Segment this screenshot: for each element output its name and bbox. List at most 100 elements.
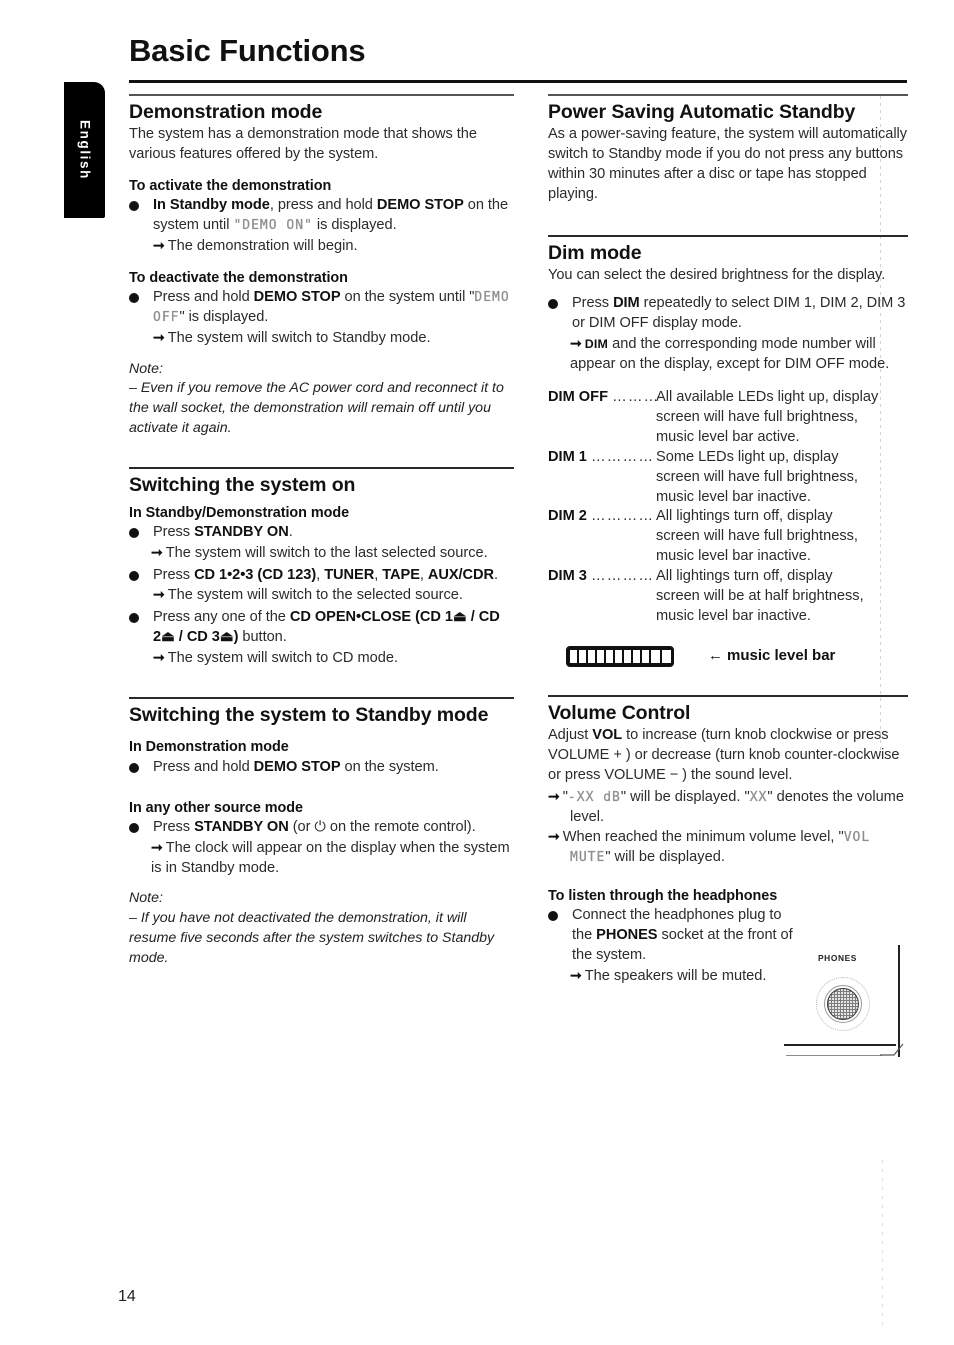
bullet-icon (548, 911, 558, 922)
section-divider (129, 467, 514, 470)
arrow-icon: ➞ (570, 334, 582, 351)
level-segment (588, 649, 595, 663)
standby-clock-result: ➞ The clock will appear on the display wh… (151, 838, 510, 876)
dim-description-line: screen will have full brightness, (656, 409, 858, 426)
heading-power-saving: Power Saving Automatic Standby (548, 100, 856, 123)
right-column: Power Saving Automatic Standby As a powe… (548, 94, 908, 1058)
level-segment (615, 649, 622, 663)
demonstration-intro: The system has a demonstration mode that… (129, 126, 477, 163)
subheading-any-other-source-mode: In any other source mode (129, 799, 303, 816)
press-source-instruction: Press CD 1•2•3 (CD 123), TUNER, TAPE, AU… (153, 566, 499, 583)
dim-description-line: screen will have full brightness, (656, 468, 858, 485)
heading-switching-on: Switching the system on (129, 474, 356, 497)
demo-stop-instruction: Press and hold DEMO STOP on the system. (153, 758, 439, 775)
list-item: Press DIM repeatedly to select DIM 1, DI… (548, 294, 908, 374)
dim-term: DIM OFF ……… (548, 389, 656, 406)
lcd-text-xx: XX (749, 789, 768, 805)
power-saving-body: As a power-saving feature, the system wi… (548, 126, 907, 202)
deactivate-instruction: Press and hold DEMO STOP on the system u… (153, 288, 510, 325)
dim-description-line: music level bar active. (656, 429, 800, 446)
panel-edge-secondary (786, 1055, 882, 1057)
bullet-icon (129, 822, 139, 833)
dim-description-line: music level bar inactive. (656, 548, 811, 565)
note-demonstration: Note: – Even if you remove the AC power … (129, 360, 514, 440)
dim-entry: DIM 3 ………… All lightings turn off, displ… (548, 567, 908, 627)
arrow-icon: ➞ (153, 236, 165, 253)
heading-demonstration-mode: Demonstration mode (129, 100, 323, 123)
bullet-icon (548, 299, 558, 310)
section-volume-control: Volume Control Adjust VOL to increase (t… (548, 694, 908, 1058)
bullet-icon (129, 762, 139, 773)
section-demonstration-mode: Demonstration mode The system has a demo… (129, 94, 514, 439)
arrow-icon: ➞ (548, 787, 560, 804)
arrow-icon: ➞ (151, 838, 163, 855)
list-item: Connect the headphones plug to the PHONE… (548, 906, 800, 986)
document-page: English Basic Functions Demonstration mo… (0, 0, 954, 1345)
subheading-activate-demonstration: To activate the demonstration (129, 177, 332, 194)
level-segment (633, 649, 640, 663)
language-tab-label: English (77, 120, 92, 180)
bullet-icon (129, 292, 139, 303)
dim-term: DIM 1 ………… (548, 448, 655, 465)
list-item: Press STANDBY ON. ➞ The system will switc… (129, 523, 514, 564)
note-label: Note: (129, 360, 163, 377)
press-standby-on-instruction: Press STANDBY ON. (153, 523, 293, 540)
bullet-icon (129, 527, 139, 538)
subheading-in-demonstration-mode: In Demonstration mode (129, 739, 289, 756)
press-source-result: ➞ The system will switch to the selected … (153, 586, 463, 604)
section-switching-standby: Switching the system to Standby mode In … (129, 696, 514, 969)
press-dim-result: ➞ DIM and the corresponding mode number w… (570, 334, 890, 372)
volume-control-body: Adjust VOL to increase (turn knob clockw… (548, 727, 900, 783)
section-divider (548, 94, 908, 96)
dim-description-line: All available LEDs light up, display (656, 389, 879, 406)
heading-dim-mode: Dim mode (548, 241, 642, 264)
note-text: – If you have not deactivated the demons… (129, 910, 495, 966)
dim-entry: DIM OFF ……… All available LEDs light up,… (548, 388, 908, 448)
lcd-text-demo-on: "DEMO ON" (233, 218, 313, 234)
lcd-text-volume-db: -XX dB (567, 789, 621, 805)
scan-artifact-line-lower (882, 1160, 883, 1330)
deactivate-result: ➞ The system will switch to Standby mode. (153, 328, 431, 346)
level-segment (642, 649, 649, 663)
page-title: Basic Functions (129, 33, 366, 68)
press-standby-on-result: ➞ The system will switch to the last sele… (151, 543, 488, 561)
note-label: Note: (129, 890, 163, 907)
section-dim-mode: Dim mode You can select the desired brig… (548, 234, 908, 677)
press-cd-open-close-result: ➞ The system will switch to CD mode. (153, 648, 399, 666)
level-segment (606, 649, 613, 663)
level-segment (570, 649, 577, 663)
dim-description-line: Some LEDs light up, display (656, 448, 839, 465)
arrow-icon: ➞ (570, 966, 582, 983)
section-divider (548, 234, 908, 237)
dim-entry: DIM 1 ………… Some LEDs light up, display s… (548, 448, 908, 508)
heading-switching-standby: Switching the system to Standby mode (129, 703, 489, 726)
section-divider (129, 94, 514, 96)
list-item: Press CD 1•2•3 (CD 123), TUNER, TAPE, AU… (129, 566, 514, 607)
activate-instruction: In Standby mode, press and hold DEMO STO… (153, 197, 509, 234)
level-segment (624, 649, 631, 663)
list-item: Press any one of the CD OPEN•CLOSE (CD 1… (129, 608, 514, 669)
arrow-icon: ➞ (153, 586, 165, 603)
arrow-icon: ➞ (548, 828, 560, 845)
dim-description-line: screen will have full brightness, (656, 528, 858, 545)
activate-result: ➞ The demonstration will begin. (153, 236, 358, 254)
dim-mode-definition-list: DIM OFF ……… All available LEDs light up,… (548, 388, 908, 626)
press-cd-open-close-instruction: Press any one of the CD OPEN•CLOSE (CD 1… (153, 609, 500, 646)
dim-description-line: screen will be at half brightness, (656, 587, 864, 604)
standby-on-remote-instruction: Press STANDBY ON (or ⏻ on the remote con… (153, 818, 476, 835)
subheading-deactivate-demonstration: To deactivate the demonstration (129, 269, 348, 286)
heading-volume-control: Volume Control (548, 701, 691, 724)
title-divider (129, 80, 907, 83)
dim-entry: DIM 2 ………… All lightings turn off, displ… (548, 507, 908, 567)
bullet-icon (129, 201, 139, 212)
panel-edge-vertical (898, 945, 900, 1058)
dim-description-line: music level bar inactive. (656, 488, 811, 505)
left-arrow-icon: ← (708, 646, 723, 664)
panel-edge-diagonal (880, 1043, 904, 1056)
volume-mute-result: ➞ When reached the minimum volume level, … (548, 828, 871, 866)
dim-mode-intro: You can select the desired brightness fo… (548, 267, 886, 284)
list-item: In Standby mode, press and hold DEMO STO… (129, 196, 514, 257)
bullet-icon (129, 570, 139, 581)
level-segment (597, 649, 604, 663)
dim-description-line: All lightings turn off, display (656, 508, 833, 525)
